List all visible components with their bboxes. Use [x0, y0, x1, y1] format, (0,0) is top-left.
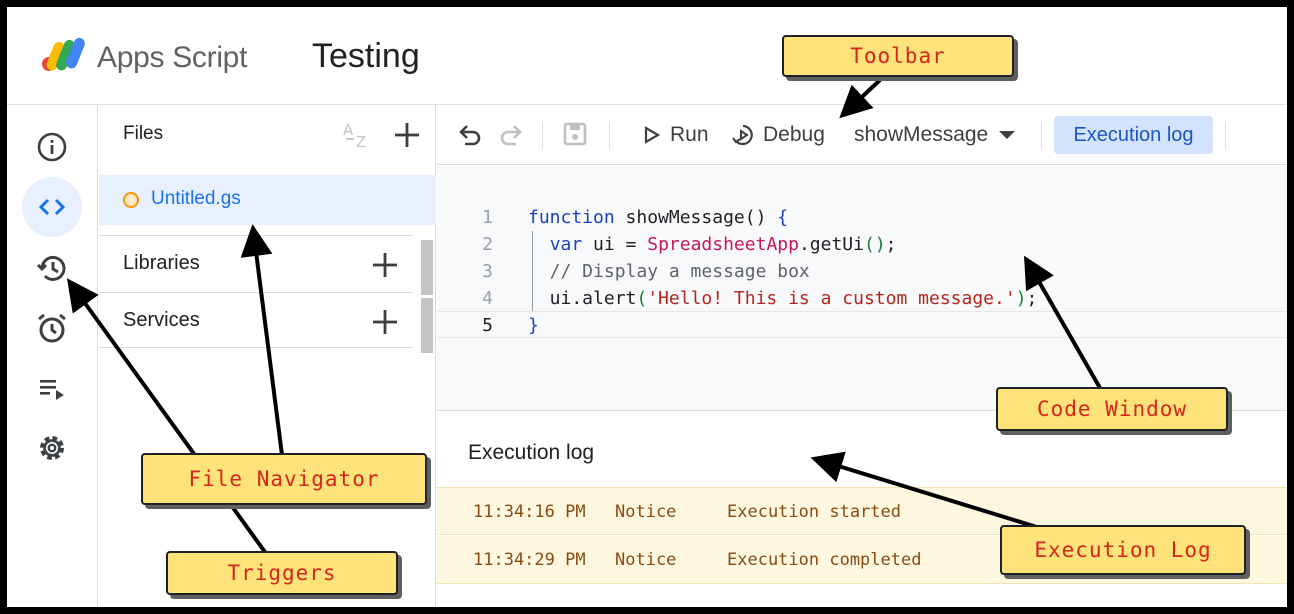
files-header: Files A Z [99, 105, 436, 163]
debug-icon [732, 124, 753, 146]
code-icon [38, 198, 66, 216]
toolbar-divider [542, 121, 543, 149]
debug-label: Debug [763, 123, 825, 146]
info-icon [37, 132, 67, 162]
gear-icon [40, 436, 64, 460]
svg-text:A: A [343, 121, 354, 139]
code-text: // Display a message box [528, 261, 810, 282]
editor-button[interactable] [22, 177, 82, 237]
libraries-section: Libraries [99, 235, 413, 291]
file-navigator: Files A Z Untitled.gs Libraries Services [99, 105, 436, 607]
toolbar-divider [1041, 121, 1042, 149]
log-message: Execution completed [727, 550, 922, 570]
file-navigator-callout: File Navigator [141, 453, 427, 505]
playlist-play-icon [40, 380, 64, 400]
execution-log-button[interactable]: Execution log [1054, 116, 1213, 154]
execution-log-panel: Execution log 11:34:16 PM Notice Executi… [437, 411, 1287, 607]
add-service-icon[interactable] [371, 308, 399, 336]
debug-button[interactable]: Debug [731, 117, 825, 153]
toolbar-divider [1225, 121, 1226, 149]
alarm-clock-icon [38, 313, 66, 343]
left-rail [7, 105, 98, 607]
line-number: 1 [482, 207, 493, 228]
project-title[interactable]: Testing [312, 37, 420, 76]
log-level: Notice [615, 502, 677, 522]
toolbar-divider [609, 121, 610, 149]
screenshot-frame: Apps Script Testing Files A Z Untitled.g… [0, 0, 1294, 614]
overview-button[interactable] [22, 117, 82, 177]
run-label: Run [670, 123, 709, 146]
header: Apps Script Testing [7, 7, 1287, 105]
file-name: Untitled.gs [151, 188, 241, 209]
sort-az-icon[interactable]: A Z [342, 120, 374, 150]
executions-button[interactable] [22, 358, 82, 418]
apps-script-logo [42, 37, 85, 71]
code-text: } [528, 315, 539, 336]
undo-icon[interactable] [457, 123, 483, 147]
scrollbar-thumb[interactable] [421, 240, 433, 295]
triggers-callout: Triggers [166, 551, 398, 595]
code-text: var ui = SpreadsheetApp.getUi(); [549, 234, 897, 255]
function-selector[interactable]: showMessage [854, 117, 1016, 153]
history-icon [36, 255, 66, 281]
execution-log-callout: Execution Log [1000, 525, 1246, 575]
run-button[interactable]: Run [642, 117, 709, 153]
scrollbar-thumb[interactable] [421, 298, 433, 353]
apps-script-editor: Apps Script Testing Files A Z Untitled.g… [7, 7, 1287, 607]
toolbar: Run Debug showMessage Execution log [437, 105, 1287, 165]
triggers-button[interactable] [22, 238, 82, 298]
dropdown-arrow-icon [999, 131, 1016, 139]
play-icon [644, 126, 661, 144]
code-line[interactable]: 5} [437, 315, 1287, 342]
log-level: Notice [615, 550, 677, 570]
line-number: 3 [482, 261, 493, 282]
svg-text:Z: Z [356, 133, 366, 150]
function-selector-value: showMessage [854, 123, 989, 146]
line-number: 2 [482, 234, 493, 255]
save-icon[interactable] [562, 121, 588, 147]
add-library-icon[interactable] [371, 251, 399, 279]
code-window-callout: Code Window [996, 387, 1228, 431]
code-window[interactable]: 1 function showMessage() { 2 var ui = Spre… [437, 166, 1287, 411]
code-line[interactable]: 4 ui.alert('Hello! This is a custom mess… [437, 288, 1287, 315]
code-text: function showMessage() { [528, 207, 789, 228]
code-line[interactable]: 3 // Display a message box [437, 261, 1287, 288]
add-file-icon[interactable] [393, 121, 421, 149]
log-message: Execution started [727, 502, 901, 522]
execution-log-title: Execution log [468, 441, 595, 464]
alarm-button[interactable] [22, 298, 82, 358]
code-line[interactable]: 2 var ui = SpreadsheetApp.getUi(); [437, 234, 1287, 261]
libraries-label: Libraries [123, 252, 200, 274]
log-time: 11:34:29 PM [473, 550, 586, 570]
line-number: 4 [482, 288, 493, 309]
services-label: Services [123, 309, 200, 331]
toolbar-callout: Toolbar [782, 35, 1014, 77]
unsaved-dot-icon [123, 192, 139, 208]
settings-button[interactable] [22, 418, 82, 478]
code-text: ui.alert('Hello! This is a custom messag… [528, 288, 1038, 309]
product-name: Apps Script [97, 41, 248, 74]
line-number: 5 [482, 315, 493, 336]
log-time: 11:34:16 PM [473, 502, 586, 522]
code-line[interactable]: 1 function showMessage() { [437, 207, 1287, 234]
services-section: Services [99, 292, 413, 348]
redo-icon[interactable] [498, 123, 524, 147]
file-item[interactable]: Untitled.gs [99, 175, 436, 225]
files-title: Files [123, 123, 164, 144]
